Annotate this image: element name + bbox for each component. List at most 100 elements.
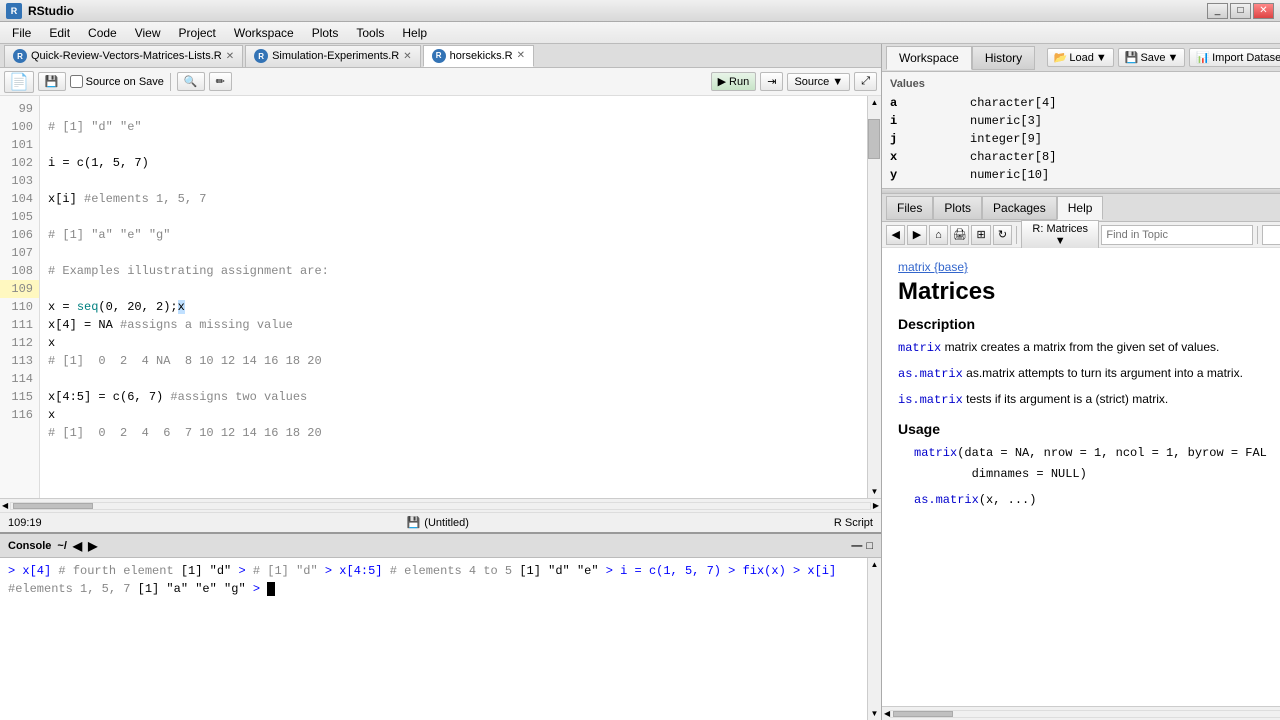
margin-indicator (866, 96, 867, 498)
console-content[interactable]: > x[4] # fourth element [1] "d" > # [1] … (0, 558, 867, 720)
source-on-save-label: Source on Save (70, 75, 164, 88)
package-link[interactable]: matrix {base} (898, 260, 968, 274)
value-type-j: integer[9] (970, 132, 1042, 146)
h-scroll-thumb[interactable] (13, 503, 93, 509)
values-section: Values a character[4] i numeric[3] j int… (882, 72, 1280, 188)
minimize-button[interactable]: _ (1207, 3, 1228, 19)
line-num-111: 111 (0, 316, 39, 334)
console-scroll-down[interactable]: ▼ (871, 707, 879, 720)
file-info: 💾 (Untitled) (407, 516, 469, 529)
tab-plots[interactable]: Plots (933, 196, 982, 220)
tab-close-simulation[interactable]: ✕ (403, 51, 411, 62)
menu-plots[interactable]: Plots (304, 24, 347, 42)
help-forward-button[interactable]: ▶ (907, 225, 926, 245)
tab-quick-review[interactable]: R Quick-Review-Vectors-Matrices-Lists.R … (4, 45, 243, 67)
line-num-101: 101 (0, 136, 39, 154)
save-button[interactable]: 💾 (38, 72, 66, 91)
source-on-save-checkbox[interactable] (70, 75, 83, 88)
tab-simulation[interactable]: R Simulation-Experiments.R ✕ (245, 45, 421, 67)
tab-close-horsekicks[interactable]: ✕ (517, 50, 525, 61)
console-header: Console ~/ ◀ ▶ — □ (0, 534, 881, 558)
help-horizontal-scrollbar[interactable]: ◀ ▶ (882, 706, 1280, 720)
scroll-down-arrow[interactable]: ▼ (871, 485, 879, 498)
help-h-scroll-thumb[interactable] (893, 711, 953, 717)
tab-close-quick-review[interactable]: ✕ (226, 51, 234, 62)
console-minimize[interactable]: — (851, 540, 862, 552)
h-scroll-left[interactable]: ◀ (2, 501, 8, 510)
workspace-tab-group: Workspace History (886, 46, 1035, 70)
scroll-up-arrow[interactable]: ▲ (871, 96, 879, 109)
edit-button[interactable]: ✏ (209, 72, 232, 91)
maximize-button[interactable]: □ (1230, 3, 1251, 19)
menu-code[interactable]: Code (80, 24, 125, 42)
tab-history[interactable]: History (972, 46, 1035, 70)
load-dropdown-icon[interactable]: ▼ (1096, 52, 1107, 64)
code-area: 99 100 101 102 103 104 105 106 107 108 1… (0, 96, 881, 498)
search-button[interactable]: 🔍 (177, 72, 205, 91)
value-name-i[interactable]: i (890, 114, 970, 128)
titlebar-controls[interactable]: _ □ ✕ (1207, 3, 1274, 19)
help-title: Matrices (898, 278, 1280, 306)
r-matrices-dropdown[interactable]: R: Matrices ▼ (1021, 220, 1099, 250)
horizontal-scrollbar[interactable]: ◀ ▶ (0, 498, 881, 512)
menu-file[interactable]: File (4, 24, 39, 42)
h-scroll-right[interactable]: ▶ (873, 501, 879, 510)
toolbar-separator-1 (170, 73, 171, 91)
import-dataset-button[interactable]: 📊 Import Dataset ▼ (1189, 48, 1280, 67)
help-refresh-button[interactable]: ↻ (993, 225, 1012, 245)
close-button[interactable]: ✕ (1253, 3, 1274, 19)
save-dropdown-icon[interactable]: ▼ (1168, 52, 1179, 64)
console-forward-icon[interactable]: ▶ (88, 539, 97, 553)
save-workspace-button[interactable]: 💾 Save ▼ (1118, 48, 1186, 67)
help-search-input[interactable] (1262, 225, 1280, 245)
value-name-a[interactable]: a (890, 96, 970, 110)
help-description-header: Description (898, 316, 1280, 332)
menu-view[interactable]: View (127, 24, 169, 42)
value-name-j[interactable]: j (890, 132, 970, 146)
tab-workspace[interactable]: Workspace (886, 46, 972, 70)
value-name-y[interactable]: y (890, 168, 970, 182)
console-title: Console (8, 540, 51, 552)
tab-files[interactable]: Files (886, 196, 933, 220)
console-expand[interactable]: □ (866, 540, 873, 552)
help-header-row: matrix {base} R Documentation (898, 260, 1280, 274)
help-as-matrix-code: as.matrix(x, ...) (914, 490, 1280, 512)
menu-workspace[interactable]: Workspace (226, 24, 302, 42)
code-content[interactable]: # [1] "d" "e" i = c(1, 5, 7) x[i] #eleme… (40, 96, 867, 498)
menu-project[interactable]: Project (171, 24, 224, 42)
console-vertical-scrollbar[interactable]: ▲ ▼ (867, 558, 881, 720)
scroll-thumb[interactable] (868, 119, 880, 159)
console-scroll-up[interactable]: ▲ (871, 558, 879, 571)
editor-vertical-scrollbar[interactable]: ▲ ▼ (867, 96, 881, 498)
value-name-x[interactable]: x (890, 150, 970, 164)
expand-editor-button[interactable]: ⤢ (854, 72, 877, 91)
menu-tools[interactable]: Tools (348, 24, 392, 42)
value-type-i: numeric[3] (970, 114, 1042, 128)
load-button[interactable]: 📂 Load ▼ (1047, 48, 1114, 67)
menu-edit[interactable]: Edit (41, 24, 78, 42)
titlebar-title: RStudio (28, 4, 74, 18)
help-browser-button[interactable]: ⊞ (971, 225, 990, 245)
value-type-x: character[8] (970, 150, 1056, 164)
tab-help[interactable]: Help (1057, 196, 1104, 220)
source-dropdown[interactable]: ▼ (832, 76, 843, 88)
tab-packages[interactable]: Packages (982, 196, 1057, 220)
line-num-104: 104 (0, 190, 39, 208)
help-home-button[interactable]: ⌂ (929, 225, 948, 245)
value-type-y: numeric[10] (970, 168, 1049, 182)
source-button[interactable]: Source ▼ (787, 73, 850, 91)
new-file-button[interactable]: 📄 (4, 71, 34, 93)
tab-horsekicks[interactable]: R horsekicks.R ✕ (423, 45, 534, 67)
menu-help[interactable]: Help (394, 24, 435, 42)
line-num-99: 99 (0, 100, 39, 118)
line-num-110: 110 (0, 298, 39, 316)
find-in-topic-input[interactable] (1101, 225, 1253, 245)
line-num-102: 102 (0, 154, 39, 172)
help-back-button[interactable]: ◀ (886, 225, 905, 245)
value-type-a: character[4] (970, 96, 1056, 110)
console-back-icon[interactable]: ◀ (73, 539, 82, 553)
help-navigation: ◀ ▶ ⌂ 🖨 ⊞ ↻ R: Matrices ▼ 🔍 (882, 222, 1280, 248)
run-button[interactable]: ▶ Run (711, 72, 757, 91)
help-print-button[interactable]: 🖨 (950, 225, 969, 245)
to-end-button[interactable]: ⇥ (760, 72, 783, 91)
